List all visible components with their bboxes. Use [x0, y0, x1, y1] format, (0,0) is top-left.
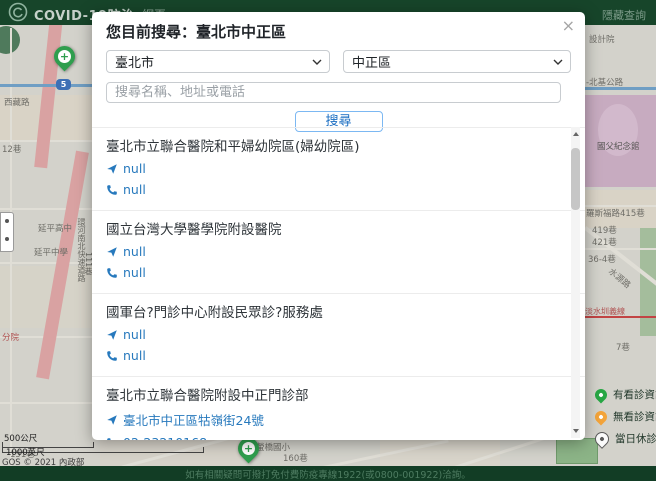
result-address: null: [123, 161, 146, 176]
app-window: 5 西藏路 12巷 延平高中 延平中學 環河南北快速道路 設計院 -北基公路 國…: [0, 0, 656, 481]
result-address: 臺北市中正區牯嶺街24號: [123, 413, 264, 428]
legend-label: 當日休診: [615, 433, 656, 445]
result-address-link[interactable]: null: [106, 244, 146, 259]
result-address-link[interactable]: 臺北市中正區牯嶺街24號: [106, 410, 264, 429]
result-address-link[interactable]: null: [106, 327, 146, 342]
search-input[interactable]: [106, 82, 561, 103]
chevron-down-icon: [312, 59, 322, 65]
legend-item-open: 有看診資訊: [592, 386, 656, 403]
navigate-icon: [107, 163, 117, 174]
legend-label: 無看診資訊: [613, 411, 656, 423]
result-phone-link[interactable]: null: [106, 182, 146, 197]
map-label: 淡水圳義線: [585, 307, 625, 316]
result-item[interactable]: 國立台灣大學醫學院附設醫院 null null: [92, 211, 585, 293]
district-select-value: 中正區: [352, 56, 392, 71]
map-label: 設計院: [589, 35, 615, 45]
map-label: 419巷: [592, 226, 617, 236]
search-modal: 您目前搜尋：臺北市中正區 × 臺北市 中正區 搜尋 臺北市立聯合醫院和平婦幼院區…: [92, 12, 585, 440]
result-phone: null: [123, 348, 146, 363]
scroll-down-arrow-icon[interactable]: [572, 429, 579, 436]
result-name: 國立台灣大學醫學院附設醫院: [106, 222, 282, 238]
street-line: [585, 248, 656, 250]
cdc-logo-icon: [8, 2, 28, 22]
hide-search-link[interactable]: 隱藏查詢: [602, 7, 646, 23]
result-item[interactable]: 臺北市立聯合醫院附設中正門診部 臺北市中正區牯嶺街24號 02-23210168: [92, 377, 585, 440]
map-zoom-control[interactable]: [0, 212, 14, 252]
map-label: 分院: [2, 333, 20, 343]
result-phone: 02-23210168: [123, 435, 207, 440]
result-phone-link[interactable]: 02-23210168: [106, 435, 207, 440]
region-select-row: 臺北市 中正區: [106, 50, 571, 73]
map-label: 7巷: [616, 343, 630, 353]
city-select[interactable]: 臺北市: [106, 50, 330, 73]
scroll-up-arrow-icon[interactable]: [572, 129, 579, 136]
result-address-link[interactable]: null: [106, 161, 146, 176]
map-label: 羅斯福路415巷: [586, 209, 645, 219]
navigate-icon: [107, 414, 117, 425]
legend-item-noinfo: 無看診資訊: [592, 408, 656, 425]
map-label: 國父紀念館: [597, 142, 640, 152]
map-label: 延平中學: [34, 248, 69, 258]
scrollbar-thumb[interactable]: [571, 148, 580, 210]
chevron-down-icon: [553, 59, 563, 65]
map-label: 36-4巷: [588, 255, 616, 265]
result-name: 臺北市立聯合醫院和平婦幼院區(婦幼院區): [106, 139, 360, 155]
map-label: 12巷: [2, 145, 22, 155]
footer-bar: 如有相關疑問可撥打免付費防疫專線1922(或0800-001922)洽詢。: [0, 466, 656, 481]
result-item[interactable]: 國軍台?門診中心附設民眾診?服務處 null null: [92, 294, 585, 376]
navigate-icon: [107, 329, 117, 340]
legend-item-closed: 當日休診: [592, 428, 656, 449]
results-scrollbar[interactable]: [571, 127, 580, 438]
park-area: [556, 438, 598, 464]
phone-icon: [107, 350, 117, 361]
result-address: null: [123, 327, 146, 342]
close-icon[interactable]: ×: [562, 18, 575, 34]
map-label: 水源路: [606, 266, 633, 291]
result-phone: null: [123, 182, 146, 197]
map-label: -北基公路: [586, 78, 624, 88]
modal-title: 您目前搜尋：臺北市中正區: [106, 23, 287, 41]
result-address: null: [123, 244, 146, 259]
navigate-icon: [107, 246, 117, 257]
phone-icon: [107, 437, 111, 440]
hotline-notice: 如有相關疑問可撥打免付費防疫專線1922(或0800-001922)洽詢。: [185, 469, 471, 481]
white-pin-icon: [592, 428, 612, 449]
result-phone-link[interactable]: null: [106, 265, 146, 280]
result-phone-link[interactable]: null: [106, 348, 146, 363]
map-label: 421巷: [592, 238, 617, 248]
result-name: 國軍台?門診中心附設民眾診?服務處: [106, 305, 323, 321]
orange-pin-icon: [592, 408, 610, 425]
map-label: 160巷: [283, 454, 308, 464]
phone-icon: [107, 184, 117, 195]
result-name: 臺北市立聯合醫院附設中正門診部: [106, 388, 309, 404]
expressway: [34, 17, 63, 169]
result-item[interactable]: 臺北市立聯合醫院和平婦幼院區(婦幼院區) null null: [92, 128, 585, 210]
street-line: [0, 402, 92, 404]
phone-icon: [107, 267, 117, 278]
city-select-value: 臺北市: [115, 56, 155, 71]
map-label: 西藏路: [4, 98, 30, 108]
legend-label: 有看診資訊: [613, 389, 656, 401]
highway-shield: 5: [56, 79, 71, 90]
map-legend: 有看診資訊 無看診資訊 當日休診: [592, 386, 656, 454]
green-pin-icon: [592, 386, 610, 403]
district-select[interactable]: 中正區: [343, 50, 571, 73]
results-list: 臺北市立聯合醫院和平婦幼院區(婦幼院區) null null 國立台灣大學醫學院…: [92, 127, 585, 440]
result-phone: null: [123, 265, 146, 280]
map-label: 延平高中: [38, 224, 73, 234]
blue-route: [0, 84, 92, 87]
